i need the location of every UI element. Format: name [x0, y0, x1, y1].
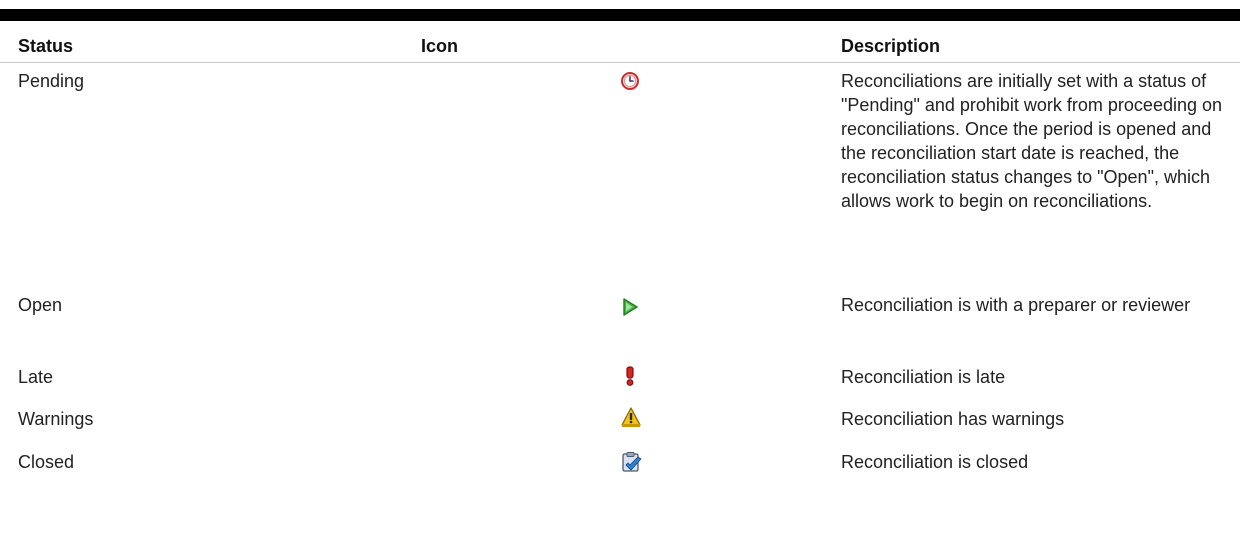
description-cell: Reconciliation is late [841, 367, 1006, 387]
table-row: Pending Reconciliations are initially se… [0, 62, 1240, 287]
table-header-row: Status Icon Description [0, 21, 1240, 63]
table-row: Closed Reconciliation is closed [0, 444, 1240, 486]
header-icon: Icon [421, 21, 841, 63]
icon-cell [421, 359, 841, 401]
play-arrow-icon [620, 297, 642, 319]
description-cell: Reconciliation has warnings [841, 409, 1065, 429]
header-status: Status [0, 21, 421, 63]
description-cell: Reconciliations are initially set with a… [841, 70, 1223, 211]
table-row: Late Reconciliation is late [0, 359, 1240, 401]
status-table: Status Icon Description Pending Reconcil… [0, 21, 1240, 486]
table-row: Warnings Reconciliation has warnings [0, 401, 1240, 444]
exclamation-icon [620, 365, 642, 387]
clipboard-check-icon [620, 451, 642, 473]
status-cell: Closed [18, 452, 75, 472]
description-cell: Reconciliation is with a preparer or rev… [841, 295, 1191, 315]
status-cell: Warnings [18, 409, 94, 429]
description-cell: Reconciliation is closed [841, 452, 1029, 472]
clock-icon [620, 71, 642, 93]
status-cell: Late [18, 367, 54, 387]
icon-cell [421, 62, 841, 287]
top-rule [0, 9, 1240, 21]
status-cell: Pending [18, 70, 85, 91]
icon-cell [421, 444, 841, 486]
warning-triangle-icon [620, 406, 642, 428]
icon-cell [421, 287, 841, 359]
status-cell: Open [18, 295, 63, 315]
table-row: Open Reconciliation is with a preparer o… [0, 287, 1240, 359]
header-description: Description [841, 21, 1240, 63]
icon-cell [421, 401, 841, 444]
